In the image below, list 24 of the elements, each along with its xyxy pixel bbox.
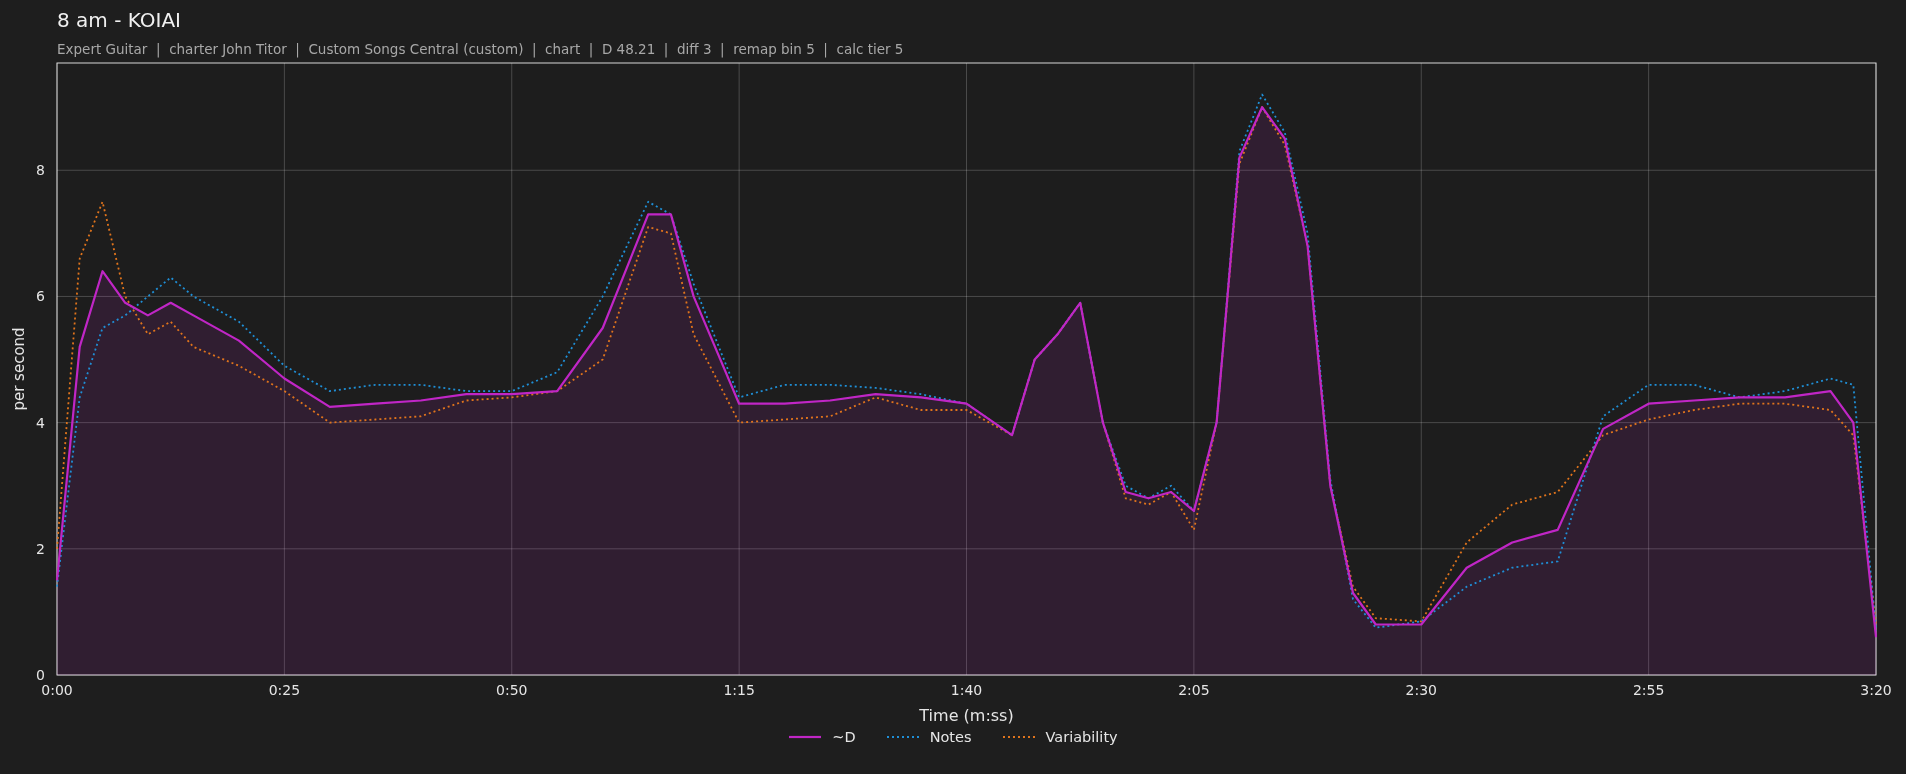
x-tick-label: 0:50 (496, 682, 528, 698)
y-tick-label: 2 (36, 540, 45, 557)
y-tick-label: 0 (36, 667, 45, 683)
legend-label: Notes (929, 729, 972, 745)
x-tick-label: 2:55 (1632, 682, 1665, 698)
x-tick-label: 2:05 (1178, 682, 1210, 698)
legend-label: ~D (832, 729, 856, 745)
y-axis-label: per second (10, 327, 28, 411)
legend-swatch-icon (788, 734, 823, 740)
legend-swatch-icon (1001, 734, 1036, 740)
x-tick-label: 1:15 (723, 682, 755, 698)
x-tick-label: 3:20 (1860, 682, 1892, 698)
chart-title: 8 am - KOIAI (57, 7, 182, 33)
x-axis-label: Time (m:ss) (919, 706, 1014, 725)
x-tick-label: 0:00 (41, 682, 73, 698)
legend-label: Variability (1045, 729, 1118, 745)
y-tick-label: 4 (36, 414, 45, 431)
x-tick-label: 2:30 (1405, 682, 1437, 698)
x-tick-label: 0:25 (268, 682, 301, 698)
chart-subtitle: Expert Guitar | charter John Titor | Custom Songs Central (custom) | chart | D 48.21 | diff 3 | remap bin 5 | calc tier 5 (57, 41, 905, 57)
legend-swatch-icon (885, 734, 920, 740)
y-tick-label: 8 (36, 162, 45, 179)
x-tick-label: 1:40 (950, 682, 983, 698)
y-tick-label: 6 (36, 288, 45, 305)
